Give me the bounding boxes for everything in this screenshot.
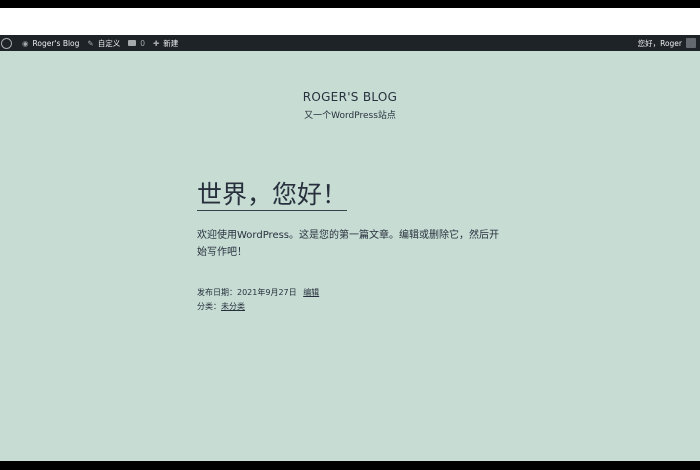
my-account-menu[interactable]: 您好，Roger [638, 38, 700, 49]
category-label: 分类： [197, 302, 221, 311]
site-title-link[interactable]: ROGER'S BLOG [0, 90, 700, 104]
published-date-link[interactable]: 2021年9月27日 [237, 288, 297, 297]
post-meta-date: 发布日期：2021年9月27日 编辑 [197, 287, 319, 298]
post-title-link[interactable]: 世界，您好！ [197, 180, 348, 211]
edit-link[interactable]: 编辑 [303, 288, 319, 297]
site-name-menu[interactable]: ◉ Roger's Blog [18, 35, 83, 51]
new-label: 新建 [163, 38, 179, 48]
published-label: 发布日期： [197, 288, 237, 297]
avatar [686, 38, 696, 48]
wordpress-logo-menu[interactable] [0, 35, 18, 51]
site-name-label: Roger's Blog [32, 38, 80, 48]
wordpress-icon [1, 37, 12, 49]
browser-strip [0, 8, 700, 35]
post-body: 欢迎使用WordPress。这是您的第一篇文章。编辑或删除它，然后开始写作吧！ [197, 230, 500, 258]
admin-bar: ◉ Roger's Blog ✎ 自定义 0 ✚ 新建 您好，Roger [0, 35, 700, 51]
comments-count: 0 [140, 38, 145, 48]
category-link[interactable]: 未分类 [221, 302, 245, 311]
page-content: ROGER'S BLOG 又一个WordPress站点 世界，您好！ 欢迎使用W… [0, 51, 700, 461]
plus-icon: ✚ [152, 38, 160, 48]
site-description: 又一个WordPress站点 [304, 111, 396, 121]
greeting-label: 您好，Roger [637, 38, 682, 48]
new-content-menu[interactable]: ✚ 新建 [149, 35, 182, 51]
top-letterbox [0, 0, 700, 8]
customize-label: 自定义 [97, 38, 121, 48]
comment-icon [128, 40, 137, 46]
dashboard-icon: ◉ [22, 38, 29, 48]
bottom-letterbox [0, 461, 700, 470]
customize-menu[interactable]: ✎ 自定义 [83, 35, 124, 51]
post-meta-category: 分类：未分类 [197, 301, 245, 312]
brush-icon: ✎ [87, 38, 94, 48]
comments-menu[interactable]: 0 [124, 35, 149, 51]
